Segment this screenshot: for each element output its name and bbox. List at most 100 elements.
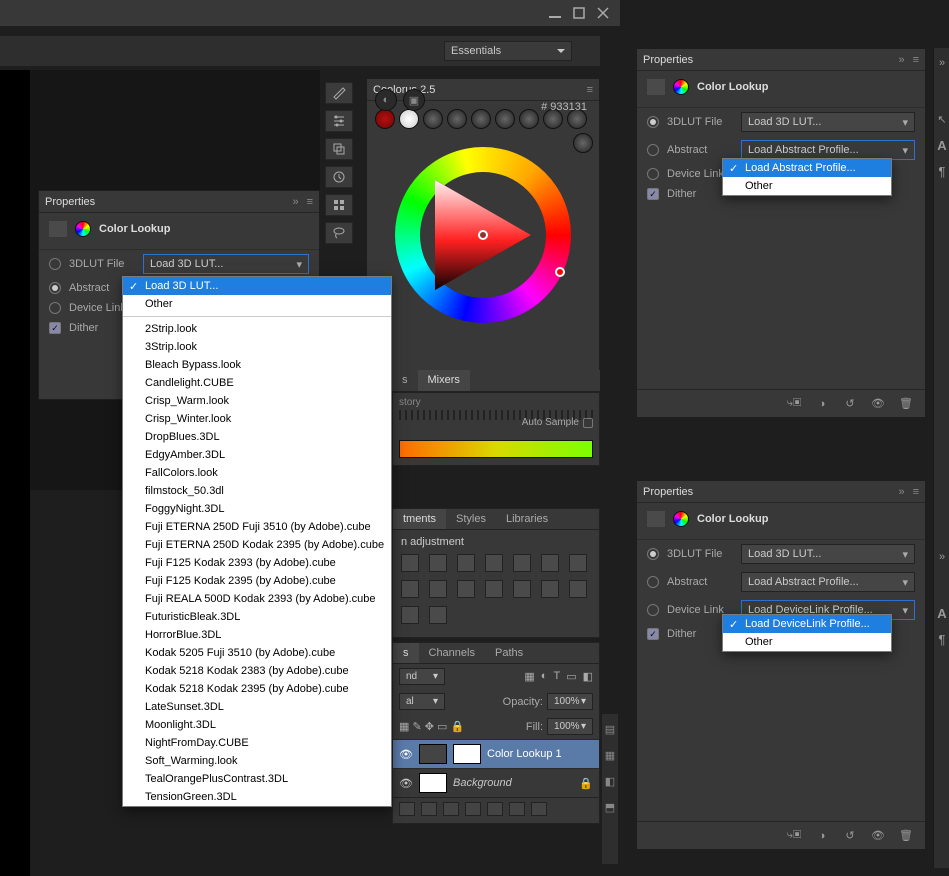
- tool-history[interactable]: [325, 166, 353, 188]
- mixer-gradient[interactable]: [399, 440, 593, 458]
- swatch-preset[interactable]: [471, 109, 491, 129]
- fx-icon[interactable]: [421, 802, 437, 816]
- adj-exposure-icon[interactable]: [485, 554, 503, 572]
- swatch-preset[interactable]: [447, 109, 467, 129]
- dock-expand-icon[interactable]: »: [934, 52, 949, 74]
- opacity-input[interactable]: 100%▾: [547, 693, 593, 710]
- dock-icon[interactable]: ◧: [602, 770, 618, 792]
- mask-icon[interactable]: [443, 802, 459, 816]
- radio-3dlut[interactable]: [647, 548, 659, 560]
- dropdown-item[interactable]: FallColors.look: [123, 464, 391, 482]
- panel-menu-icon[interactable]: ≡: [913, 54, 919, 66]
- adj-lookup-icon[interactable]: [485, 580, 503, 598]
- visibility-toggle[interactable]: 👁: [399, 747, 413, 761]
- adj-levels-icon[interactable]: [429, 554, 447, 572]
- tab-adjustments[interactable]: tments: [393, 509, 446, 529]
- tool-swatches[interactable]: [325, 194, 353, 216]
- fill-input[interactable]: 100%▾: [547, 718, 593, 735]
- radio-devicelink[interactable]: [49, 302, 61, 314]
- tab-styles[interactable]: Styles: [446, 509, 496, 529]
- minimize-button[interactable]: [544, 5, 566, 21]
- group-icon[interactable]: [487, 802, 503, 816]
- filter-smart-icon[interactable]: ◧: [583, 670, 593, 683]
- wheel-picker-dot[interactable]: [555, 267, 565, 277]
- panel-menu-icon[interactable]: ≡: [913, 486, 919, 498]
- clip-icon[interactable]: ⤷▣: [785, 396, 803, 412]
- adj-selective-icon[interactable]: [429, 606, 447, 624]
- lut-file-select[interactable]: Load 3D LUT... ▾: [143, 254, 309, 274]
- adj-photo-filter-icon[interactable]: [429, 580, 447, 598]
- tab-channels[interactable]: Channels: [419, 643, 485, 663]
- properties-header[interactable]: Properties »≡: [637, 481, 925, 503]
- dropdown-item[interactable]: Fuji F125 Kodak 2395 (by Adobe).cube: [123, 572, 391, 590]
- adj-channel-mixer-icon[interactable]: [457, 580, 475, 598]
- dropdown-item[interactable]: Load DeviceLink Profile...: [723, 615, 891, 633]
- visibility-icon[interactable]: 👁: [869, 396, 887, 412]
- swatch-preset[interactable]: [573, 133, 593, 153]
- dropdown-item[interactable]: Fuji REALA 500D Kodak 2393 (by Adobe).cu…: [123, 590, 391, 608]
- trash-icon[interactable]: [531, 802, 547, 816]
- dropdown-item[interactable]: Fuji ETERNA 250D Fuji 3510 (by Adobe).cu…: [123, 518, 391, 536]
- radio-devicelink[interactable]: [647, 604, 659, 616]
- dropdown-item[interactable]: FuturisticBleak.3DL: [123, 608, 391, 626]
- dropdown-item[interactable]: Bleach Bypass.look: [123, 356, 391, 374]
- new-layer-icon[interactable]: [509, 802, 525, 816]
- lut-file-select[interactable]: Load 3D LUT...▾: [741, 112, 915, 132]
- tool-lasso[interactable]: [325, 222, 353, 244]
- visibility-icon[interactable]: 👁: [869, 828, 887, 844]
- reset-icon[interactable]: ↺: [841, 828, 859, 844]
- collapse-icon[interactable]: »: [898, 486, 904, 498]
- adj-balance-icon[interactable]: [569, 554, 587, 572]
- dropdown-item[interactable]: Kodak 5218 Kodak 2383 (by Adobe).cube: [123, 662, 391, 680]
- paragraph-panel-icon[interactable]: ¶: [934, 160, 949, 182]
- swatch-preset[interactable]: [495, 109, 515, 129]
- dropdown-item[interactable]: Load 3D LUT...: [123, 277, 391, 295]
- swatch-background[interactable]: [399, 109, 419, 129]
- maximize-button[interactable]: [568, 5, 590, 21]
- swatch-foreground[interactable]: [375, 109, 395, 129]
- dropdown-item[interactable]: TealOrangePlusContrast.3DL: [123, 770, 391, 788]
- dock-icon[interactable]: ▦: [602, 744, 618, 766]
- swatch-preset[interactable]: [423, 109, 443, 129]
- radio-3dlut[interactable]: [49, 258, 61, 270]
- trash-icon[interactable]: 🗑: [897, 396, 915, 412]
- dropdown-item[interactable]: Other: [123, 295, 391, 313]
- lock-icon[interactable]: 🔒: [579, 777, 593, 790]
- clip-icon[interactable]: ⤷▣: [785, 828, 803, 844]
- radio-3dlut[interactable]: [647, 116, 659, 128]
- filter-type-icon[interactable]: T: [553, 670, 560, 683]
- dither-checkbox[interactable]: [647, 188, 659, 200]
- dropdown-item[interactable]: Candlelight.CUBE: [123, 374, 391, 392]
- paragraph-panel-icon[interactable]: ¶: [934, 628, 949, 650]
- dropdown-item[interactable]: Soft_Warming.look: [123, 752, 391, 770]
- autosample-toggle[interactable]: Auto Sample: [522, 417, 593, 428]
- coolorus-mode-button[interactable]: ▣: [403, 89, 425, 111]
- tool-clone[interactable]: [325, 138, 353, 160]
- coolorus-mode-button[interactable]: ◐: [375, 89, 397, 111]
- dropdown-item[interactable]: Crisp_Winter.look: [123, 410, 391, 428]
- adj-gradient-map-icon[interactable]: [401, 606, 419, 624]
- layer-kind-filter[interactable]: nd▾: [399, 668, 445, 685]
- properties-header[interactable]: Properties »≡: [39, 191, 319, 213]
- adj-threshold-icon[interactable]: [569, 580, 587, 598]
- dropdown-item[interactable]: Fuji ETERNA 250D Kodak 2395 (by Adobe).c…: [123, 536, 391, 554]
- adj-hue-icon[interactable]: [541, 554, 559, 572]
- panel-menu-icon[interactable]: ≡: [587, 84, 593, 96]
- link-layers-icon[interactable]: [399, 802, 415, 816]
- layer-item[interactable]: 👁 Background 🔒: [393, 768, 599, 797]
- prev-state-icon[interactable]: ◑: [813, 396, 831, 412]
- dropdown-item[interactable]: 2Strip.look: [123, 320, 391, 338]
- dropdown-item[interactable]: Load Abstract Profile...: [723, 159, 891, 177]
- dropdown-item[interactable]: Crisp_Warm.look: [123, 392, 391, 410]
- trash-icon[interactable]: 🗑: [897, 828, 915, 844]
- layer-item[interactable]: 👁 Color Lookup 1: [393, 739, 599, 768]
- filter-pixel-icon[interactable]: ▦: [524, 670, 534, 683]
- adj-brightness-icon[interactable]: [401, 554, 419, 572]
- dropdown-item[interactable]: NightFromDay.CUBE: [123, 734, 391, 752]
- collapse-icon[interactable]: »: [292, 196, 298, 208]
- filter-adj-icon[interactable]: ◐: [541, 670, 548, 683]
- dropdown-item[interactable]: EdgyAmber.3DL: [123, 446, 391, 464]
- prev-state-icon[interactable]: ◑: [813, 828, 831, 844]
- character-panel-icon[interactable]: A: [934, 602, 949, 624]
- tab-mixers[interactable]: Mixers: [418, 370, 470, 391]
